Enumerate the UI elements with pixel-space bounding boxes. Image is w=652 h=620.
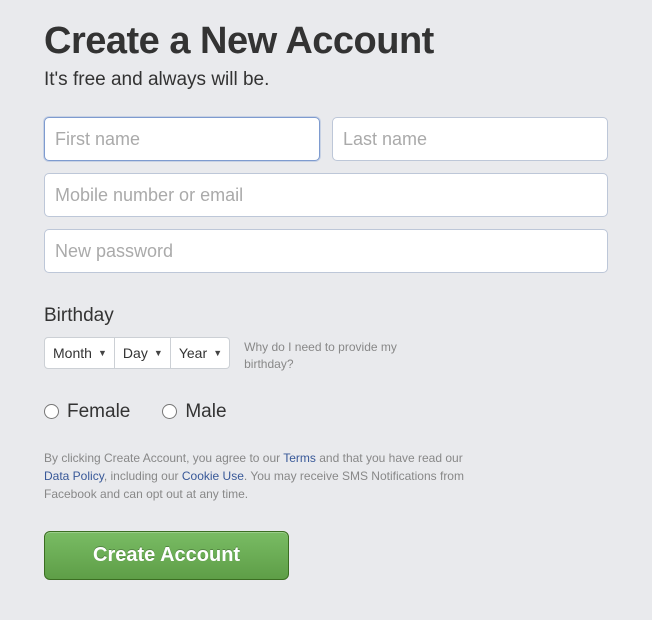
chevron-down-icon: ▼ [98, 348, 107, 358]
month-select[interactable]: Month ▼ [44, 337, 115, 369]
first-name-input[interactable] [44, 117, 320, 161]
data-policy-link[interactable]: Data Policy [44, 469, 104, 483]
year-select-value: Year [179, 345, 207, 361]
chevron-down-icon: ▼ [213, 348, 222, 358]
terms-link[interactable]: Terms [283, 451, 316, 465]
birthday-selects: Month ▼ Day ▼ Year ▼ [44, 337, 230, 369]
page-title: Create a New Account [44, 20, 608, 63]
month-select-value: Month [53, 345, 92, 361]
birthday-label: Birthday [44, 305, 608, 327]
disclaimer-text: By clicking Create Account, you agree to… [44, 449, 464, 503]
gender-male-label: Male [185, 401, 226, 423]
cookie-use-link[interactable]: Cookie Use [182, 469, 244, 483]
day-select-value: Day [123, 345, 148, 361]
gender-female-label: Female [67, 401, 130, 423]
chevron-down-icon: ▼ [154, 348, 163, 358]
gender-female-option[interactable]: Female [44, 401, 130, 423]
birthday-help-link[interactable]: Why do I need to provide my birthday? [244, 337, 429, 373]
create-account-button[interactable]: Create Account [44, 531, 289, 580]
contact-input[interactable] [44, 173, 608, 217]
day-select[interactable]: Day ▼ [115, 337, 171, 369]
gender-male-radio[interactable] [162, 404, 177, 419]
gender-male-option[interactable]: Male [162, 401, 226, 423]
gender-female-radio[interactable] [44, 404, 59, 419]
page-subtitle: It's free and always will be. [44, 69, 608, 91]
password-input[interactable] [44, 229, 608, 273]
year-select[interactable]: Year ▼ [171, 337, 230, 369]
last-name-input[interactable] [332, 117, 608, 161]
